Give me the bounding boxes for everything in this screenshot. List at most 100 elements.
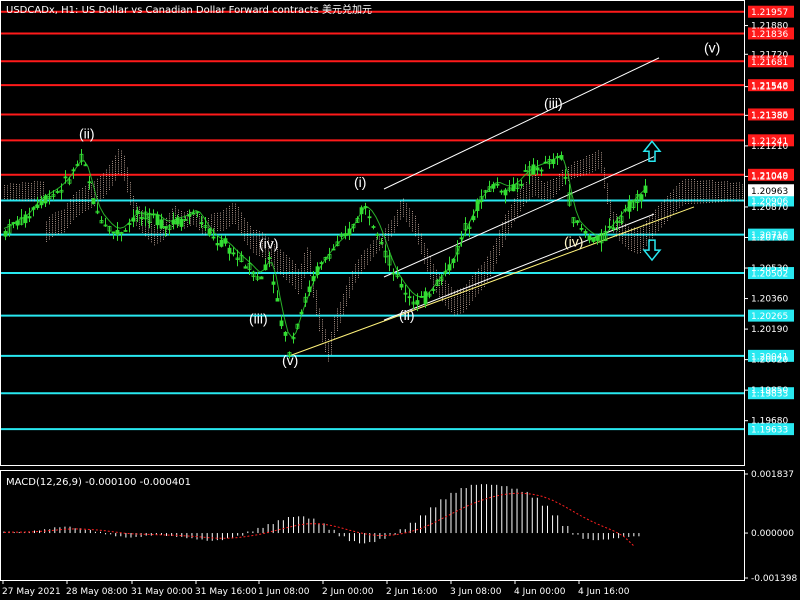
- cloud-dot: [322, 323, 323, 325]
- cloud-dot: [337, 327, 338, 329]
- cloud-dot: [412, 219, 413, 221]
- cloud-dot: [424, 256, 425, 258]
- cloud-dot: [529, 194, 530, 196]
- cloud-dot: [223, 223, 224, 225]
- cloud-dot: [661, 222, 662, 224]
- cloud-dot: [670, 212, 671, 214]
- cloud-dot: [73, 216, 74, 218]
- cloud-dot: [517, 202, 518, 204]
- cloud-dot: [352, 275, 353, 277]
- cloud-dot: [175, 214, 176, 216]
- cloud-dot: [217, 230, 218, 232]
- cloud-dot: [580, 168, 581, 170]
- cloud-dot: [562, 172, 563, 174]
- cloud-dot: [685, 183, 686, 185]
- cloud-dot: [301, 266, 302, 268]
- cloud-dot: [64, 216, 65, 218]
- cloud-dot: [352, 288, 353, 290]
- cloud-dot: [679, 202, 680, 204]
- cloud-dot: [541, 185, 542, 187]
- cloud-dot: [514, 213, 515, 215]
- cloud-dot: [520, 203, 521, 205]
- cloud-dot: [295, 281, 296, 283]
- cloud-dot: [400, 216, 401, 218]
- cloud-dot: [196, 214, 197, 216]
- cloud-dot: [550, 191, 551, 193]
- cloud-dot: [292, 279, 293, 281]
- cloud-dot: [586, 160, 587, 162]
- cloud-dot: [322, 321, 323, 323]
- cloud-dot: [643, 243, 644, 245]
- cloud-dot: [667, 211, 668, 213]
- cloud-dot: [709, 186, 710, 188]
- cloud-dot: [703, 185, 704, 187]
- cloud-dot: [535, 181, 536, 183]
- cloud-dot: [544, 185, 545, 187]
- candle-body: [591, 237, 596, 242]
- cloud-dot: [547, 192, 548, 194]
- cloud-dot: [343, 302, 344, 304]
- candle-body: [643, 185, 648, 193]
- cloud-dot: [46, 240, 47, 242]
- cloud-dot: [733, 185, 734, 187]
- cloud-dot: [292, 264, 293, 266]
- cloud-dot: [445, 284, 446, 286]
- cloud-dot: [328, 360, 329, 362]
- cloud-dot: [715, 188, 716, 190]
- cloud-dot: [364, 263, 365, 265]
- cloud-dot: [448, 303, 449, 305]
- cloud-dot: [424, 262, 425, 264]
- cloud-dot: [592, 164, 593, 166]
- cloud-dot: [112, 165, 113, 167]
- cloud-dot: [265, 257, 266, 259]
- cloud-dot: [694, 196, 695, 198]
- cloud-dot: [298, 280, 299, 282]
- cloud-dot: [712, 188, 713, 190]
- cloud-dot: [634, 240, 635, 242]
- cloud-dot: [64, 226, 65, 228]
- cloud-dot: [709, 191, 710, 193]
- cloud-dot: [142, 223, 143, 225]
- cloud-dot: [727, 198, 728, 200]
- cloud-dot: [538, 176, 539, 178]
- cloud-dot: [514, 209, 515, 211]
- cloud-dot: [679, 187, 680, 189]
- cloud-dot: [571, 165, 572, 167]
- cloud-dot: [148, 231, 149, 233]
- cloud-dot: [157, 242, 158, 244]
- cloud-dot: [325, 329, 326, 331]
- cloud-dot: [343, 309, 344, 311]
- cloud-dot: [349, 288, 350, 290]
- cloud-dot: [34, 194, 35, 196]
- cloud-dot: [601, 171, 602, 173]
- cloud-dot: [58, 224, 59, 226]
- cloud-dot: [163, 232, 164, 234]
- cloud-dot: [688, 196, 689, 198]
- cloud-dot: [487, 261, 488, 263]
- cloud-dot: [238, 215, 239, 217]
- cloud-dot: [133, 206, 134, 208]
- cloud-dot: [472, 299, 473, 301]
- cloud-dot: [370, 248, 371, 250]
- cloud-dot: [439, 295, 440, 297]
- cloud-dot: [79, 203, 80, 205]
- cloud-dot: [154, 237, 155, 239]
- cloud-dot: [604, 180, 605, 182]
- cloud-dot: [298, 293, 299, 295]
- cloud-dot: [688, 189, 689, 191]
- cloud-dot: [418, 238, 419, 240]
- cloud-dot: [574, 176, 575, 178]
- cloud-dot: [73, 218, 74, 220]
- cloud-dot: [49, 223, 50, 225]
- cloud-dot: [409, 216, 410, 218]
- candle-body: [155, 214, 160, 226]
- cloud-dot: [355, 268, 356, 270]
- cloud-dot: [517, 206, 518, 208]
- cloud-dot: [697, 198, 698, 200]
- cloud-dot: [445, 287, 446, 289]
- cloud-dot: [136, 220, 137, 222]
- cloud-dot: [304, 261, 305, 263]
- cloud-dot: [298, 286, 299, 288]
- candle-body: [23, 214, 28, 224]
- cloud-dot: [352, 284, 353, 286]
